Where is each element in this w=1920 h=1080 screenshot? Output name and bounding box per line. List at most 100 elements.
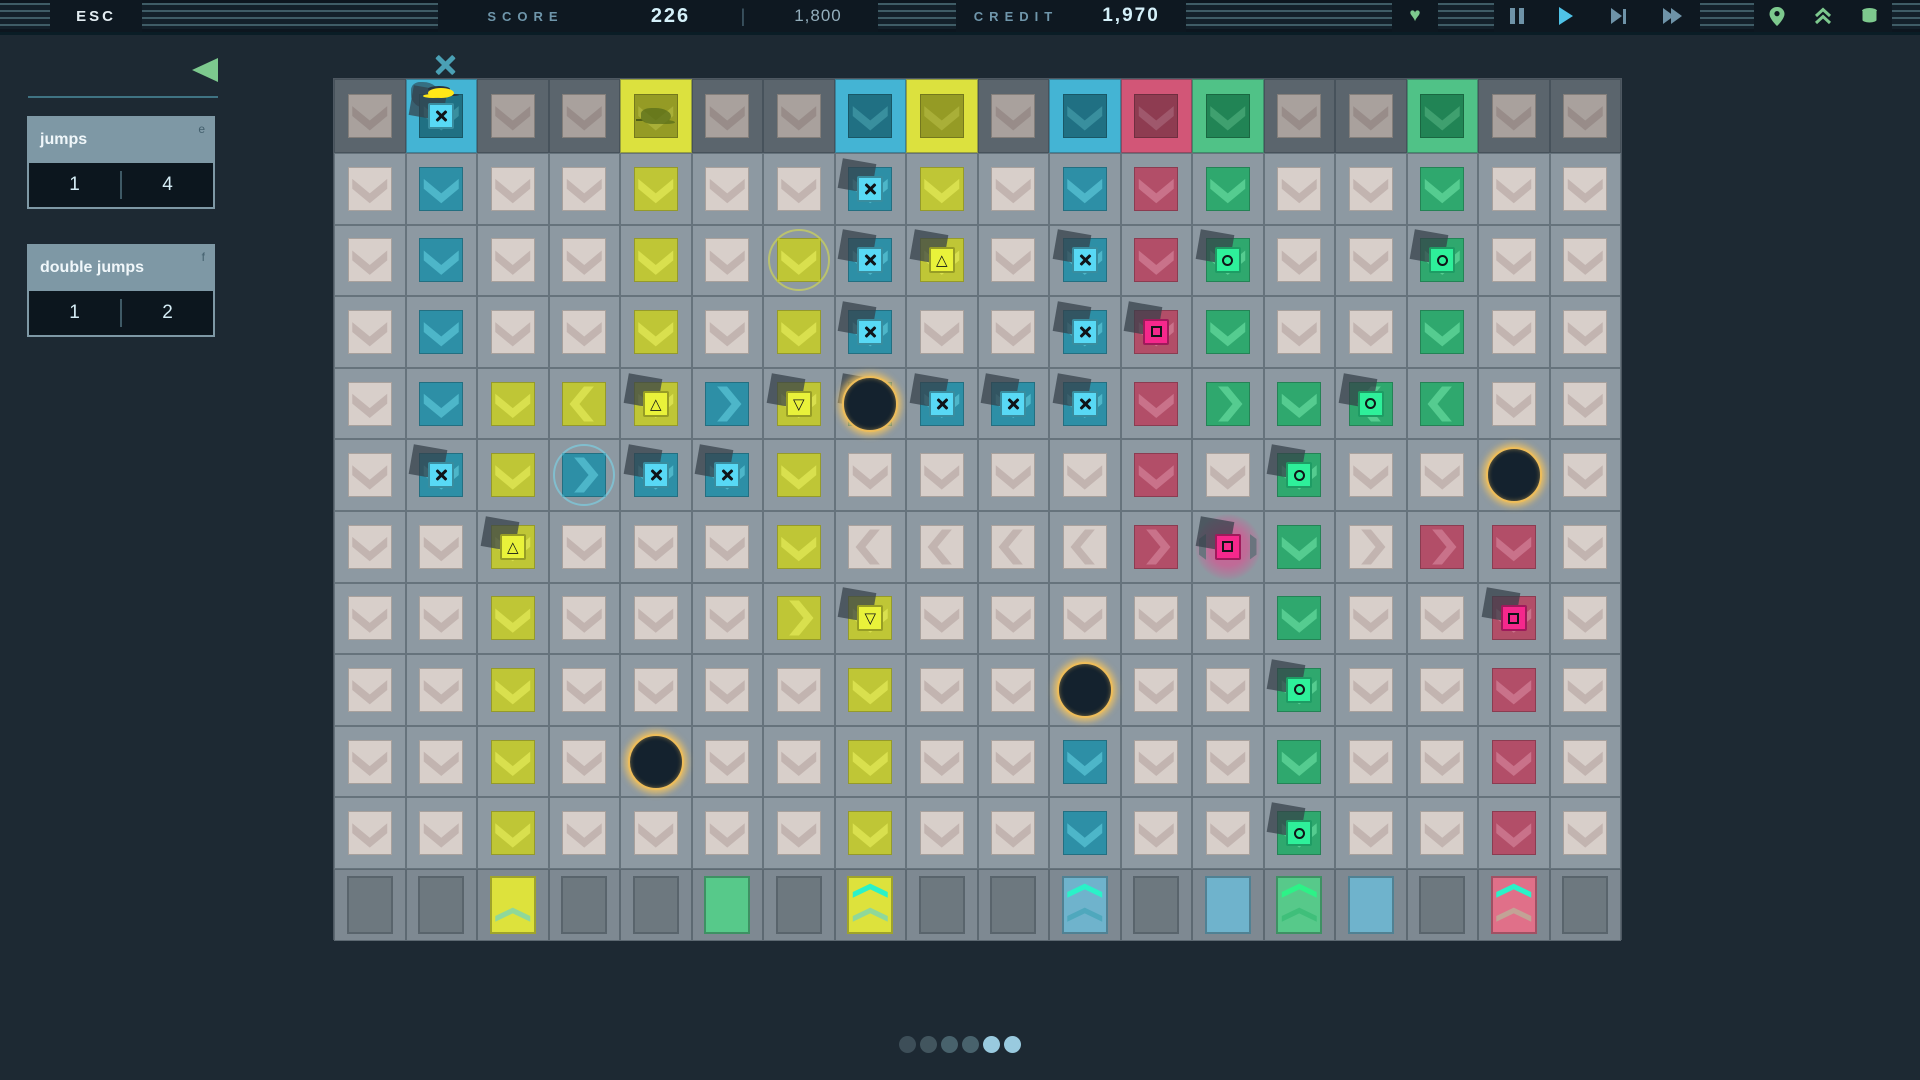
grid-cell-r0c14[interactable] [1264, 79, 1336, 153]
grid-cell-r10c3[interactable] [477, 797, 549, 869]
grid-cell-r3c16[interactable] [1407, 296, 1479, 368]
grid-cell-r8c18[interactable] [1550, 654, 1622, 726]
grid-cell-r1c1[interactable] [334, 153, 406, 225]
grid-cell-r10c10[interactable] [978, 797, 1050, 869]
grid-cell-r1c13[interactable] [1192, 153, 1264, 225]
slot-cell-c3[interactable] [477, 869, 549, 941]
grid-cell-r0c17[interactable] [1478, 79, 1550, 153]
grid-cell-r7c13[interactable] [1192, 583, 1264, 655]
grid-cell-r1c15[interactable] [1335, 153, 1407, 225]
grid-cell-r7c10[interactable] [978, 583, 1050, 655]
grid-cell-r6c17[interactable] [1478, 511, 1550, 583]
grid-cell-r5c16[interactable] [1407, 439, 1479, 511]
esc-button[interactable]: ESC [50, 0, 142, 32]
grid-cell-r5c6[interactable] [692, 439, 764, 511]
grid-cell-r4c17[interactable] [1478, 368, 1550, 440]
slot-cell-c17[interactable] [1478, 869, 1550, 941]
skip-next-button[interactable] [1592, 0, 1644, 32]
grid-cell-r4c1[interactable] [334, 368, 406, 440]
grid-cell-r8c6[interactable] [692, 654, 764, 726]
grid-cell-r5c5[interactable] [620, 439, 692, 511]
grid-cell-r6c14[interactable] [1264, 511, 1336, 583]
grid-cell-r9c12[interactable] [1121, 726, 1193, 798]
grid-cell-r0c5[interactable] [620, 79, 692, 153]
grid-cell-r7c9[interactable] [906, 583, 978, 655]
grid-cell-r4c5[interactable]: △ [620, 368, 692, 440]
grid-cell-r5c9[interactable] [906, 439, 978, 511]
grid-cell-r5c2[interactable] [406, 439, 478, 511]
grid-cell-r4c2[interactable] [406, 368, 478, 440]
grid-cell-r2c17[interactable] [1478, 225, 1550, 297]
grid-cell-r1c11[interactable] [1049, 153, 1121, 225]
grid-cell-r7c11[interactable] [1049, 583, 1121, 655]
grid-cell-r6c5[interactable] [620, 511, 692, 583]
grid-cell-r5c14[interactable] [1264, 439, 1336, 511]
slot-cell-c15[interactable] [1335, 869, 1407, 941]
grid-cell-r2c8[interactable] [835, 225, 907, 297]
grid-cell-r2c18[interactable] [1550, 225, 1622, 297]
grid-cell-r5c15[interactable] [1335, 439, 1407, 511]
grid-cell-r6c6[interactable] [692, 511, 764, 583]
grid-cell-r8c4[interactable] [549, 654, 621, 726]
grid-cell-r7c1[interactable] [334, 583, 406, 655]
grid-cell-r6c15[interactable] [1335, 511, 1407, 583]
slot-cell-c16[interactable] [1407, 869, 1479, 941]
pagination-dot-2[interactable] [920, 1036, 937, 1053]
grid-cell-r10c18[interactable] [1550, 797, 1622, 869]
grid-cell-r0c2[interactable] [406, 79, 478, 153]
grid-cell-r0c13[interactable] [1192, 79, 1264, 153]
grid-cell-r4c11[interactable] [1049, 368, 1121, 440]
grid-cell-r3c2[interactable] [406, 296, 478, 368]
slot-cell-c4[interactable] [549, 869, 621, 941]
grid-cell-r8c14[interactable] [1264, 654, 1336, 726]
grid-cell-r6c10[interactable] [978, 511, 1050, 583]
grid-cell-r1c12[interactable] [1121, 153, 1193, 225]
grid-cell-r3c5[interactable] [620, 296, 692, 368]
grid-cell-r1c3[interactable] [477, 153, 549, 225]
grid-cell-r1c16[interactable] [1407, 153, 1479, 225]
grid-cell-r1c6[interactable] [692, 153, 764, 225]
grid-cell-r10c17[interactable] [1478, 797, 1550, 869]
grid-cell-r4c16[interactable] [1407, 368, 1479, 440]
grid-cell-r3c12[interactable] [1121, 296, 1193, 368]
grid-cell-r9c14[interactable] [1264, 726, 1336, 798]
grid-cell-r3c8[interactable] [835, 296, 907, 368]
grid-cell-r7c7[interactable] [763, 583, 835, 655]
grid-cell-r8c1[interactable] [334, 654, 406, 726]
grid-cell-r9c6[interactable] [692, 726, 764, 798]
grid-cell-r3c13[interactable] [1192, 296, 1264, 368]
grid-cell-r1c8[interactable] [835, 153, 907, 225]
grid-cell-r3c11[interactable] [1049, 296, 1121, 368]
pagination-dot-1[interactable] [899, 1036, 916, 1053]
slot-cell-c1[interactable] [334, 869, 406, 941]
grid-cell-r5c17[interactable] [1478, 439, 1550, 511]
grid-cell-r7c3[interactable] [477, 583, 549, 655]
slot-cell-c8[interactable] [835, 869, 907, 941]
grid-cell-r6c8[interactable] [835, 511, 907, 583]
grid-cell-r3c18[interactable] [1550, 296, 1622, 368]
grid-cell-r10c7[interactable] [763, 797, 835, 869]
grid-cell-r4c6[interactable] [692, 368, 764, 440]
grid-cell-r0c12[interactable] [1121, 79, 1193, 153]
grid-cell-r4c14[interactable] [1264, 368, 1336, 440]
grid-cell-r2c1[interactable] [334, 225, 406, 297]
grid-cell-r0c16[interactable] [1407, 79, 1479, 153]
fast-forward-button[interactable] [1644, 0, 1700, 32]
grid-cell-r10c16[interactable] [1407, 797, 1479, 869]
grid-cell-r0c8[interactable] [835, 79, 907, 153]
grid-cell-r1c14[interactable] [1264, 153, 1336, 225]
grid-cell-r6c16[interactable] [1407, 511, 1479, 583]
grid-cell-r3c4[interactable] [549, 296, 621, 368]
grid-cell-r8c15[interactable] [1335, 654, 1407, 726]
grid-cell-r3c1[interactable] [334, 296, 406, 368]
grid-cell-r10c9[interactable] [906, 797, 978, 869]
grid-cell-r1c5[interactable] [620, 153, 692, 225]
slot-cell-c9[interactable] [906, 869, 978, 941]
grid-cell-r8c9[interactable] [906, 654, 978, 726]
grid-cell-r1c10[interactable] [978, 153, 1050, 225]
grid-cell-r10c1[interactable] [334, 797, 406, 869]
pagination-dot-4[interactable] [962, 1036, 979, 1053]
grid-cell-r2c4[interactable] [549, 225, 621, 297]
grid-cell-r7c2[interactable] [406, 583, 478, 655]
grid-cell-r0c10[interactable] [978, 79, 1050, 153]
